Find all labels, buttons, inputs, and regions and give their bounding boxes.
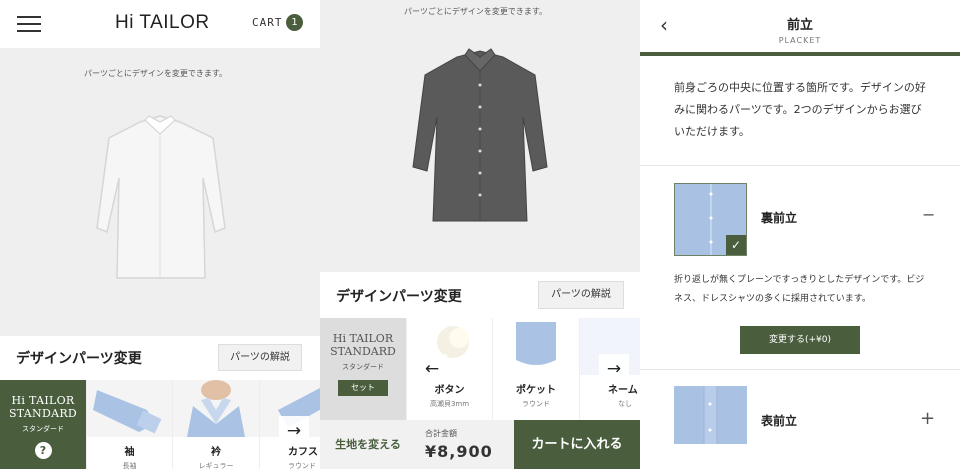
total-price-box: 合計金額 ¥8,900: [416, 420, 514, 469]
expand-icon[interactable]: +: [920, 408, 935, 429]
arrow-right-icon[interactable]: →: [599, 354, 629, 384]
checkmark-icon: ✓: [726, 235, 746, 255]
design-hint-text: パーツごとにデザインを変更できます。: [84, 69, 228, 78]
standard-subtitle: スタンダード: [342, 363, 384, 371]
arrow-right-icon[interactable]: →: [279, 416, 309, 446]
page-title: 前立: [786, 18, 813, 33]
set-badge: セット: [338, 380, 388, 396]
option-name: 裏前立: [761, 211, 798, 225]
site-logo[interactable]: Hi TAILOR: [115, 12, 210, 34]
design-section-title: デザインパーツ変更: [16, 351, 142, 367]
shirt-builder-panel-white: Hi TAILOR CART 1 パーツごとにデザインを変更できます。 デザイン…: [0, 0, 320, 469]
standard-title-line2: STANDARD: [330, 345, 396, 358]
option-swatch-omote-maedate[interactable]: [674, 386, 747, 444]
standard-title-line1: Hi TAILOR: [11, 394, 75, 407]
site-header: Hi TAILOR CART 1: [0, 0, 320, 48]
add-to-cart-button[interactable]: カートに入れる: [514, 420, 640, 469]
header-accent-bar: [640, 52, 960, 56]
option-name: 表前立: [761, 414, 798, 428]
option-detail: 折り返しが無くプレーンですっきりとしたデザインです。ビジネス、ドレスシャツの多く…: [674, 275, 925, 304]
pocket-icon: [493, 318, 579, 375]
help-icon[interactable]: ?: [34, 442, 52, 459]
sleeve-icon: [87, 380, 172, 437]
change-option-button[interactable]: 変更する(+¥0): [740, 326, 860, 354]
change-fabric-button[interactable]: 生地を変える: [320, 420, 416, 469]
parts-explain-button[interactable]: パーツの解説: [218, 344, 302, 371]
design-section-header: デザインパーツ変更 パーツの解説: [0, 336, 320, 380]
shirt-preview-gray: [412, 48, 548, 222]
part-value: 長袖: [122, 462, 137, 469]
arrow-left-icon[interactable]: ←: [417, 354, 447, 384]
cart-link[interactable]: CART: [252, 16, 283, 29]
page-subtitle: PLACKET: [778, 36, 822, 45]
divider: [640, 165, 960, 166]
design-section-header: デザインパーツ変更 パーツの解説: [320, 272, 640, 318]
standard-subtitle: スタンダード: [22, 425, 64, 433]
menu-icon[interactable]: [17, 16, 41, 37]
divider: [640, 369, 960, 370]
total-price: ¥8,900: [425, 442, 493, 461]
collapse-icon[interactable]: −: [922, 205, 935, 224]
standard-title-line2: STANDARD: [8, 407, 78, 420]
shirt-preview-white: [96, 115, 226, 279]
shirt-builder-panel-gray: パーツごとにデザインを変更できます。 デザインパーツ変更 パーツの解説 Hi T…: [320, 0, 640, 469]
total-label: 合計金額: [425, 429, 457, 438]
part-tile-sleeve[interactable]: 袖 長袖: [86, 380, 172, 469]
part-value: 高瀬貝3mm: [429, 400, 470, 408]
design-section-title: デザインパーツ変更: [336, 289, 462, 305]
part-value: ラウンド: [522, 400, 550, 408]
part-tile-collar[interactable]: 衿 レギュラー: [172, 380, 259, 469]
standard-set-card[interactable]: Hi TAILOR STANDARD スタンダード セット: [320, 318, 406, 420]
part-value: ラウンド: [288, 462, 316, 469]
collar-icon: [173, 380, 259, 437]
part-value: なし: [618, 400, 632, 408]
parts-explain-button[interactable]: パーツの解説: [538, 281, 624, 309]
standard-set-card[interactable]: Hi TAILOR STANDARD スタンダード ?: [0, 380, 86, 469]
part-name: 衿: [211, 447, 221, 458]
placket-description: 前身ごろの中央に位置する箇所です。デザインの好みに関わるパーツです。2つのデザイ…: [674, 81, 926, 138]
option-swatch-ura-maedate[interactable]: ✓: [674, 183, 747, 256]
placket-detail-panel: ‹ 前立 PLACKET 前身ごろの中央に位置する箇所です。デザインの好みに関わ…: [640, 0, 960, 469]
part-name: 袖: [124, 447, 135, 458]
standard-title-line1: Hi TAILOR: [332, 332, 394, 345]
part-tile-pocket[interactable]: ポケット ラウンド: [492, 318, 579, 420]
part-name: ポケット: [516, 385, 556, 396]
part-value: レギュラー: [198, 462, 234, 469]
design-hint-text: パーツごとにデザインを変更できます。: [404, 7, 548, 16]
cart-count-badge: 1: [286, 14, 303, 31]
